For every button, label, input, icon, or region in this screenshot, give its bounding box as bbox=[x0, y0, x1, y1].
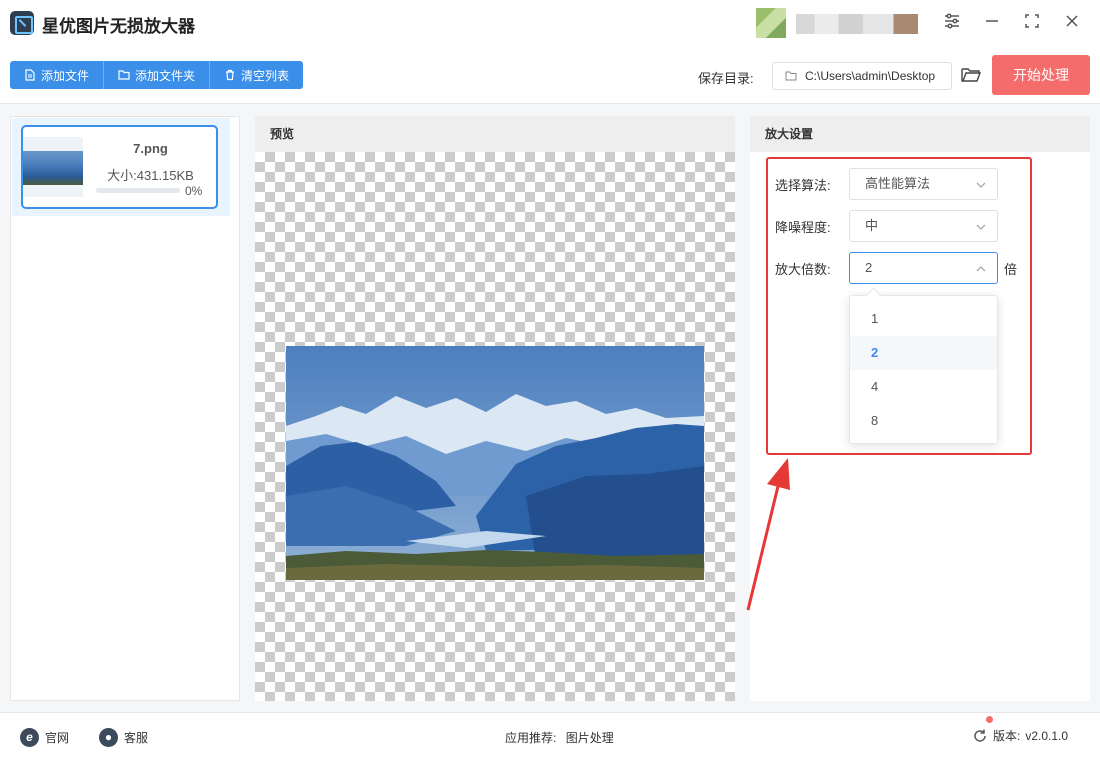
footer: e 官网 ● 客服 应用推荐: 图片处理 版本: v2.0.1.0 bbox=[0, 712, 1100, 760]
website-label: 官网 bbox=[45, 731, 70, 745]
highlight-annotation-box bbox=[766, 157, 1032, 455]
file-size: 大小:431.15KB bbox=[107, 168, 194, 183]
username-blurred bbox=[796, 14, 918, 34]
support-link[interactable]: ● 客服 bbox=[99, 728, 148, 747]
progress-bar bbox=[96, 188, 180, 193]
recommend-label: 应用推荐: bbox=[505, 731, 557, 745]
user-avatar[interactable] bbox=[756, 8, 786, 38]
website-icon: e bbox=[20, 728, 39, 747]
version-info[interactable]: 版本: v2.0.1.0 bbox=[972, 727, 1068, 744]
save-dir-field[interactable]: C:\Users\admin\Desktop bbox=[772, 62, 952, 90]
save-dir-value: C:\Users\admin\Desktop bbox=[805, 69, 936, 83]
file-actions-group: 添加文件 添加文件夹 清空列表 bbox=[10, 61, 304, 89]
minimize-icon[interactable] bbox=[981, 12, 1003, 34]
close-icon[interactable] bbox=[1061, 12, 1083, 34]
file-icon bbox=[25, 69, 35, 81]
trash-icon bbox=[226, 69, 235, 81]
file-list-panel: 7.png 大小:431.15KB 0% bbox=[10, 116, 240, 701]
clear-list-label: 清空列表 bbox=[241, 68, 290, 83]
title-bar: 星优图片无损放大器 bbox=[0, 0, 1100, 48]
toolbar: 添加文件 添加文件夹 清空列表 保存目录: C:\Users\admin\Des… bbox=[0, 48, 1100, 104]
file-thumbnail bbox=[23, 137, 83, 197]
app-logo-icon bbox=[10, 11, 34, 35]
browse-folder-icon[interactable] bbox=[960, 64, 982, 86]
update-dot bbox=[986, 716, 993, 723]
refresh-icon bbox=[974, 729, 986, 742]
annotation-arrow bbox=[746, 458, 790, 611]
settings-title: 放大设置 bbox=[750, 116, 1090, 152]
version-value: v2.0.1.0 bbox=[1025, 728, 1069, 743]
file-card[interactable]: 7.png 大小:431.15KB 0% bbox=[21, 125, 218, 209]
clear-list-button[interactable]: 清空列表 bbox=[210, 61, 303, 89]
settings-sliders-icon[interactable] bbox=[941, 12, 963, 34]
preview-panel: 预览 bbox=[255, 116, 735, 701]
list-item: 7.png 大小:431.15KB 0% bbox=[12, 118, 230, 216]
chat-bubble-icon: ● bbox=[99, 728, 118, 747]
folder-outline-icon bbox=[785, 71, 797, 81]
add-file-label: 添加文件 bbox=[41, 68, 90, 83]
add-folder-button[interactable]: 添加文件夹 bbox=[104, 61, 211, 89]
preview-image bbox=[286, 346, 704, 580]
save-dir-label: 保存目录: bbox=[698, 71, 754, 86]
start-process-button[interactable]: 开始处理 bbox=[992, 55, 1090, 95]
progress-text: 0% bbox=[185, 184, 203, 198]
app-title: 星优图片无损放大器 bbox=[42, 17, 195, 36]
recommend-link[interactable]: 图片处理 bbox=[566, 731, 614, 745]
add-folder-label: 添加文件夹 bbox=[135, 68, 196, 83]
file-name: 7.png bbox=[133, 141, 168, 156]
website-link[interactable]: e 官网 bbox=[20, 728, 69, 747]
preview-title: 预览 bbox=[255, 116, 735, 152]
maximize-icon[interactable] bbox=[1021, 12, 1043, 34]
preview-canvas bbox=[255, 152, 735, 701]
folder-icon bbox=[118, 70, 130, 80]
support-label: 客服 bbox=[124, 731, 149, 745]
version-label: 版本: bbox=[993, 729, 1021, 743]
app-recommend: 应用推荐: 图片处理 bbox=[505, 729, 620, 746]
add-file-button[interactable]: 添加文件 bbox=[10, 61, 105, 89]
